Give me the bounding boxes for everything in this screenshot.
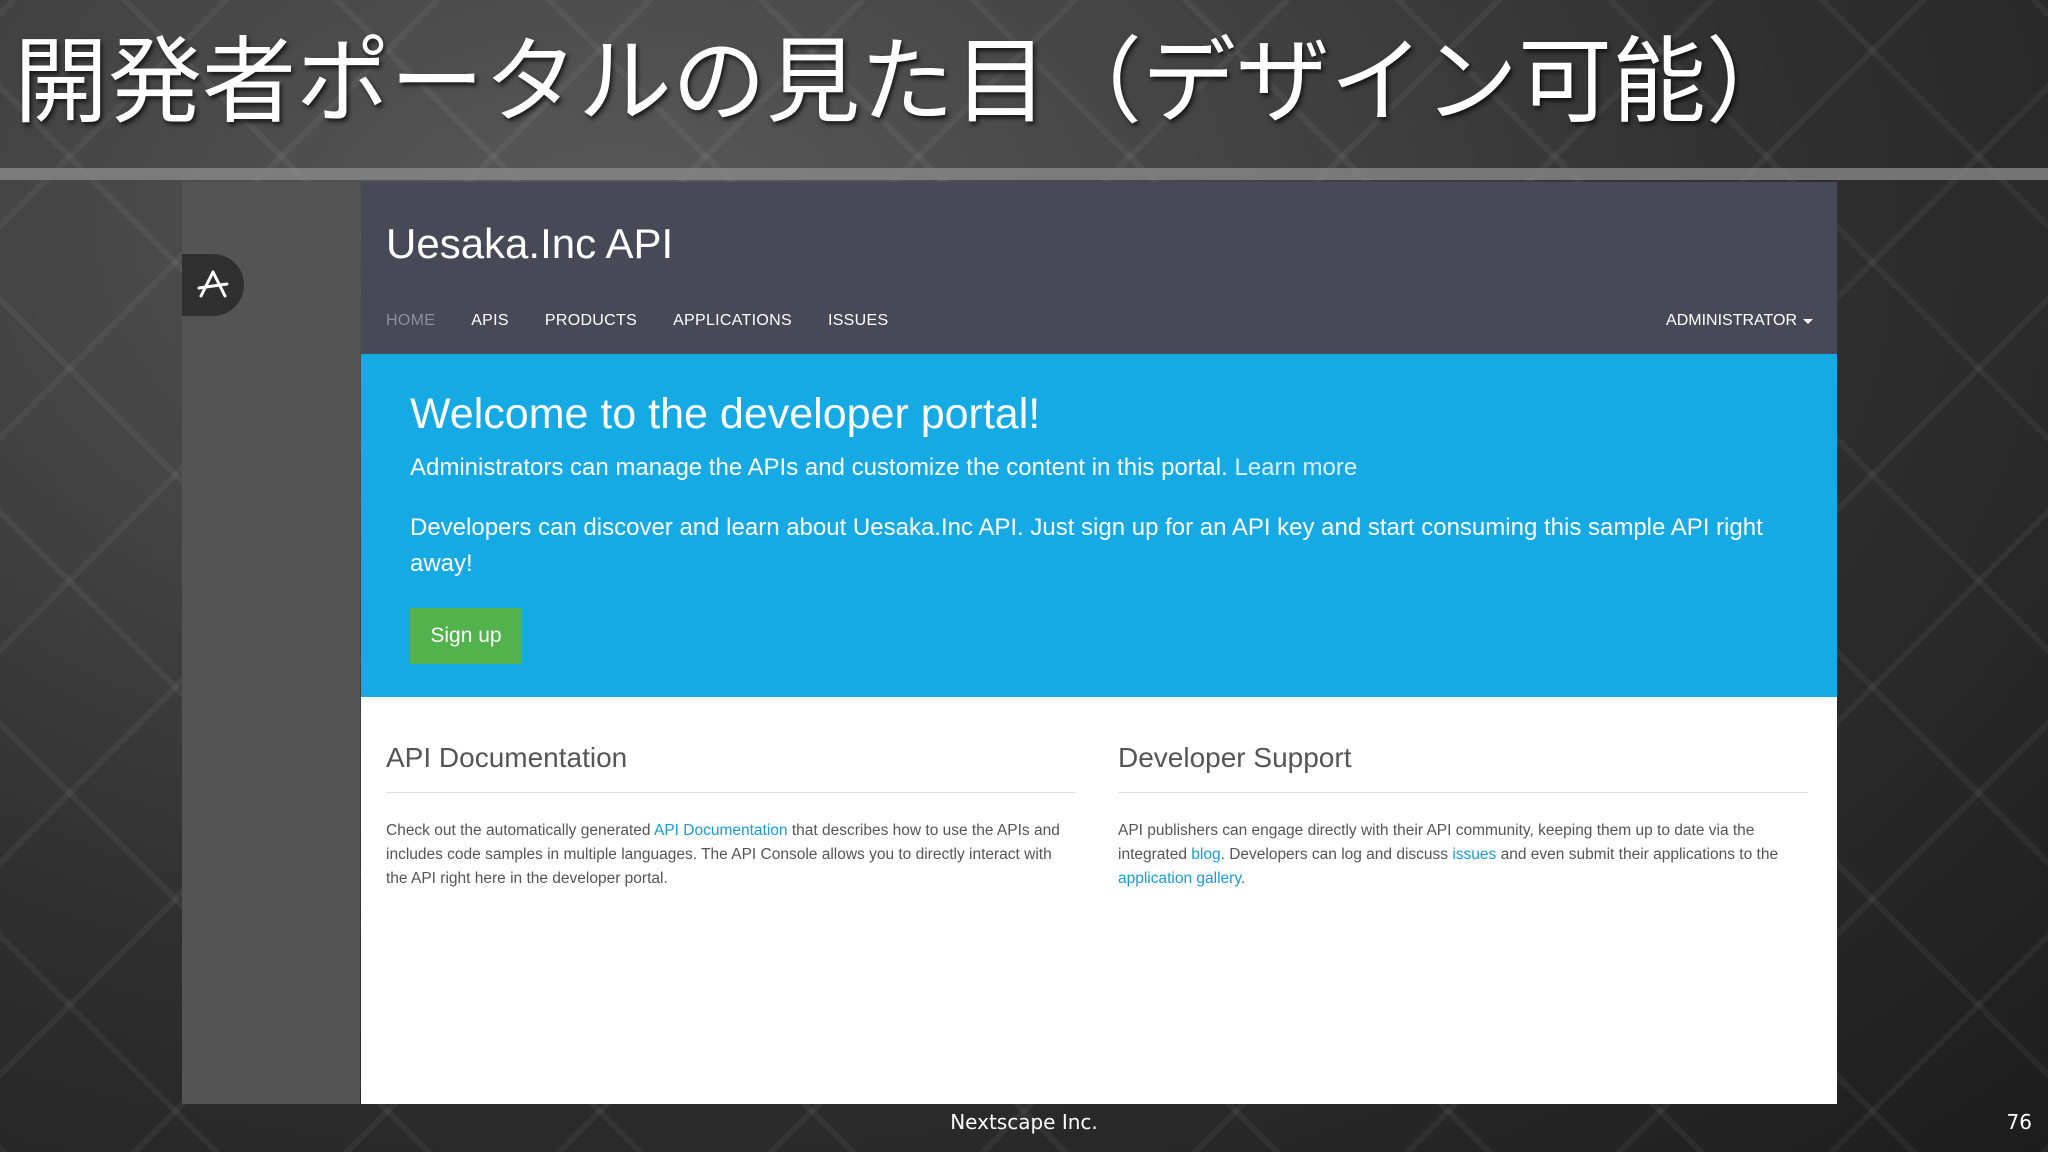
- dev-support-text-3: and even submit their applications to th…: [1500, 846, 1779, 863]
- administrator-label: ADMINISTRATOR: [1666, 312, 1797, 329]
- slide-title: 開発者ポータルの見た目（デザイン可能）: [14, 28, 1801, 137]
- portal-header: Uesaka.Inc API HOME APIS PRODUCTS APPLIC…: [361, 182, 1837, 354]
- api-docs-text-before: Check out the automatically generated: [386, 822, 651, 839]
- page-number: 76: [2006, 1110, 2032, 1134]
- developer-support-section: Developer Support API publishers can eng…: [1118, 742, 1808, 891]
- learn-more-link[interactable]: Learn more: [1234, 454, 1357, 481]
- developer-portal: Uesaka.Inc API HOME APIS PRODUCTS APPLIC…: [361, 182, 1837, 1104]
- api-documentation-link[interactable]: API Documentation: [654, 822, 788, 839]
- nav-apis[interactable]: APIS: [471, 312, 509, 330]
- blog-link[interactable]: blog: [1191, 846, 1220, 863]
- main-nav: HOME APIS PRODUCTS APPLICATIONS ISSUES: [386, 312, 888, 330]
- hero-banner: Welcome to the developer portal! Adminis…: [361, 354, 1837, 697]
- api-documentation-text: Check out the automatically generated AP…: [386, 819, 1076, 891]
- nav-applications[interactable]: APPLICATIONS: [673, 312, 792, 330]
- dev-support-text-2: . Developers can log and discuss: [1220, 846, 1449, 863]
- developer-support-text: API publishers can engage directly with …: [1118, 819, 1808, 891]
- hero-title: Welcome to the developer portal!: [410, 390, 1041, 438]
- issues-link[interactable]: issues: [1452, 846, 1496, 863]
- sign-up-button[interactable]: Sign up: [410, 608, 522, 664]
- nav-home[interactable]: HOME: [386, 312, 435, 330]
- nav-products[interactable]: PRODUCTS: [545, 312, 637, 330]
- app-store-icon[interactable]: [182, 254, 244, 316]
- title-divider: [0, 168, 2048, 180]
- hero-developer-text: Developers can discover and learn about …: [410, 514, 1763, 577]
- administrator-menu[interactable]: ADMINISTRATOR: [1666, 312, 1813, 330]
- portal-screenshot: Uesaka.Inc API HOME APIS PRODUCTS APPLIC…: [182, 182, 1837, 1104]
- hero-admin-sentence: Administrators can manage the APIs and c…: [410, 454, 1228, 481]
- dev-support-text-4: .: [1240, 870, 1246, 887]
- api-documentation-title: API Documentation: [386, 742, 1076, 793]
- caret-down-icon: [1803, 318, 1813, 324]
- footer-company: Nextscape Inc.: [950, 1110, 1098, 1134]
- application-gallery-link[interactable]: application gallery: [1118, 870, 1241, 887]
- nav-issues[interactable]: ISSUES: [828, 312, 889, 330]
- api-documentation-section: API Documentation Check out the automati…: [386, 742, 1076, 891]
- hero-admin-text: Administrators can manage the APIs and c…: [410, 454, 1357, 482]
- portal-brand[interactable]: Uesaka.Inc API: [386, 220, 673, 268]
- developer-support-title: Developer Support: [1118, 742, 1808, 793]
- left-rail: [182, 182, 360, 1104]
